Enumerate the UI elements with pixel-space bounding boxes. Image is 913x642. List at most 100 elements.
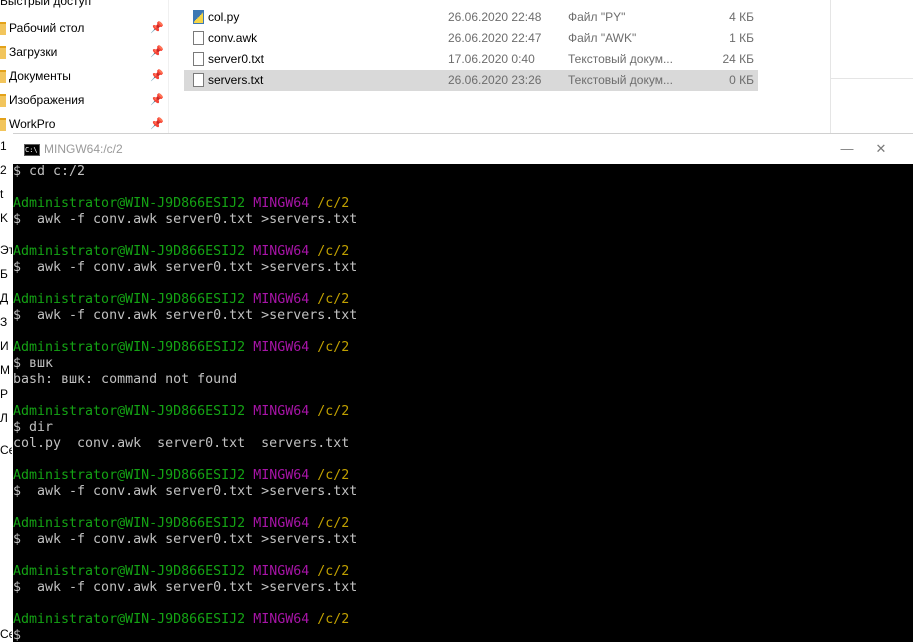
terminal-prompt-line: Administrator@WIN-J9D866ESIJ2 MINGW64 /c…: [13, 404, 913, 420]
prompt-path: /c/2: [317, 468, 350, 483]
prompt-user: Administrator@WIN-J9D866ESIJ2: [13, 196, 246, 211]
terminal-line: $ вшк: [13, 356, 54, 371]
file-date: 26.06.2020 22:48: [448, 10, 542, 24]
file-date: 17.06.2020 0:40: [448, 52, 535, 66]
nav-item-desktop[interactable]: Рабочий стол 📌: [0, 16, 168, 40]
quick-access-header[interactable]: Быстрый доступ: [0, 0, 91, 8]
nav-item-label: Документы: [9, 69, 71, 83]
file-size: 0 КБ: [729, 73, 754, 87]
terminal-line: $ cd c:/2: [13, 164, 86, 179]
file-size: 1 КБ: [729, 31, 754, 45]
terminal-line: $ awk -f conv.awk server0.txt >servers.t…: [13, 580, 358, 595]
nav-item-hidden[interactable]: И: [0, 339, 12, 353]
python-file-icon: [193, 10, 204, 24]
prompt-env: MINGW64: [253, 292, 310, 307]
text-file-icon: [193, 52, 204, 66]
nav-item-hidden[interactable]: Л: [0, 411, 12, 425]
close-button[interactable]: ✕: [872, 138, 890, 160]
terminal-output[interactable]: $ cd c:/2 Administrator@WIN-J9D866ESIJ2 M…: [13, 164, 913, 642]
prompt-user: Administrator@WIN-J9D866ESIJ2: [13, 340, 246, 355]
nav-item-documents[interactable]: Документы 📌: [0, 64, 168, 88]
nav-item-downloads[interactable]: Загрузки 📌: [0, 40, 168, 64]
prompt-env: MINGW64: [253, 340, 310, 355]
file-name: conv.awk: [208, 31, 258, 45]
terminal-icon[interactable]: C:\: [24, 144, 40, 156]
folder-icon: [0, 46, 6, 59]
nav-item-hidden[interactable]: Д: [0, 291, 12, 305]
nav-item-hidden[interactable]: Эт: [0, 243, 12, 257]
terminal-line: $: [13, 628, 22, 642]
terminal-prompt-line: Administrator@WIN-J9D866ESIJ2 MINGW64 /c…: [13, 468, 913, 484]
file-row[interactable]: server0.txt 17.06.2020 0:40 Текстовый до…: [184, 49, 758, 70]
nav-item-hidden[interactable]: З: [0, 315, 12, 329]
prompt-user: Administrator@WIN-J9D866ESIJ2: [13, 564, 246, 579]
terminal-prompt-line: Administrator@WIN-J9D866ESIJ2 MINGW64 /c…: [13, 340, 913, 356]
nav-item-hidden[interactable]: 2: [0, 163, 12, 177]
nav-item-hidden[interactable]: М: [0, 363, 12, 377]
pane-divider[interactable]: [168, 0, 169, 133]
prompt-env: MINGW64: [253, 516, 310, 531]
nav-item-hidden[interactable]: K: [0, 211, 12, 225]
pin-icon[interactable]: 📌: [150, 88, 164, 112]
file-type: Файл "PY": [568, 10, 626, 24]
prompt-path: /c/2: [317, 612, 350, 627]
terminal-prompt-line: Administrator@WIN-J9D866ESIJ2 MINGW64 /c…: [13, 564, 913, 580]
prompt-path: /c/2: [317, 292, 350, 307]
prompt-path: /c/2: [317, 516, 350, 531]
prompt-env: MINGW64: [253, 404, 310, 419]
minimize-button[interactable]: —: [838, 138, 856, 160]
pin-icon[interactable]: 📌: [150, 40, 164, 64]
file-icon: [193, 31, 204, 45]
prompt-env: MINGW64: [253, 468, 310, 483]
nav-item-hidden[interactable]: Б: [0, 267, 12, 281]
terminal-line: $ awk -f conv.awk server0.txt >servers.t…: [13, 308, 358, 323]
terminal-line: bash: вшк: command not found: [13, 372, 238, 387]
prompt-user: Administrator@WIN-J9D866ESIJ2: [13, 292, 246, 307]
terminal-prompt-line: Administrator@WIN-J9D866ESIJ2 MINGW64 /c…: [13, 612, 913, 628]
terminal-prompt-line: Administrator@WIN-J9D866ESIJ2 MINGW64 /c…: [13, 244, 913, 260]
prompt-env: MINGW64: [253, 564, 310, 579]
nav-item-label: Изображения: [9, 93, 85, 107]
file-row[interactable]: conv.awk 26.06.2020 22:47 Файл "AWK" 1 К…: [184, 28, 758, 49]
nav-item-hidden[interactable]: Сет: [0, 627, 12, 641]
terminal-window[interactable]: C:\ MINGW64:/c/2 — ✕ $ cd c:/2 Administra…: [13, 133, 913, 642]
nav-item-hidden[interactable]: 1: [0, 139, 12, 153]
terminal-title: MINGW64:/c/2: [44, 142, 123, 156]
folder-icon: [0, 22, 6, 35]
terminal-line: col.py conv.awk server0.txt servers.txt: [13, 436, 350, 451]
prompt-path: /c/2: [317, 196, 350, 211]
folder-icon: [0, 94, 6, 107]
file-row-selected[interactable]: servers.txt 26.06.2020 23:26 Текстовый д…: [184, 70, 758, 91]
prompt-user: Administrator@WIN-J9D866ESIJ2: [13, 468, 246, 483]
file-row[interactable]: col.py 26.06.2020 22:48 Файл "PY" 4 КБ: [184, 7, 758, 28]
folder-icon: [0, 118, 6, 131]
terminal-titlebar[interactable]: C:\ MINGW64:/c/2 — ✕: [13, 133, 913, 164]
nav-item-hidden[interactable]: Се: [0, 443, 12, 457]
file-date: 26.06.2020 23:26: [448, 73, 542, 87]
terminal-line: $ awk -f conv.awk server0.txt >servers.t…: [13, 260, 358, 275]
terminal-line: $ dir: [13, 420, 54, 435]
nav-item-hidden[interactable]: Р: [0, 387, 12, 401]
terminal-prompt-line: Administrator@WIN-J9D866ESIJ2 MINGW64 /c…: [13, 292, 913, 308]
nav-item-hidden[interactable]: t: [0, 187, 12, 201]
nav-item-images[interactable]: Изображения 📌: [0, 88, 168, 112]
terminal-prompt-line: Administrator@WIN-J9D866ESIJ2 MINGW64 /c…: [13, 516, 913, 532]
pin-icon[interactable]: 📌: [150, 16, 164, 40]
file-date: 26.06.2020 22:47: [448, 31, 542, 45]
text-file-icon: [193, 73, 204, 87]
prompt-user: Administrator@WIN-J9D866ESIJ2: [13, 404, 246, 419]
terminal-line: $ awk -f conv.awk server0.txt >servers.t…: [13, 532, 358, 547]
file-type: Текстовый докум...: [568, 73, 673, 87]
nav-item-label: Рабочий стол: [9, 21, 85, 35]
file-size: 4 КБ: [729, 10, 754, 24]
prompt-env: MINGW64: [253, 244, 310, 259]
pin-icon[interactable]: 📌: [150, 64, 164, 88]
